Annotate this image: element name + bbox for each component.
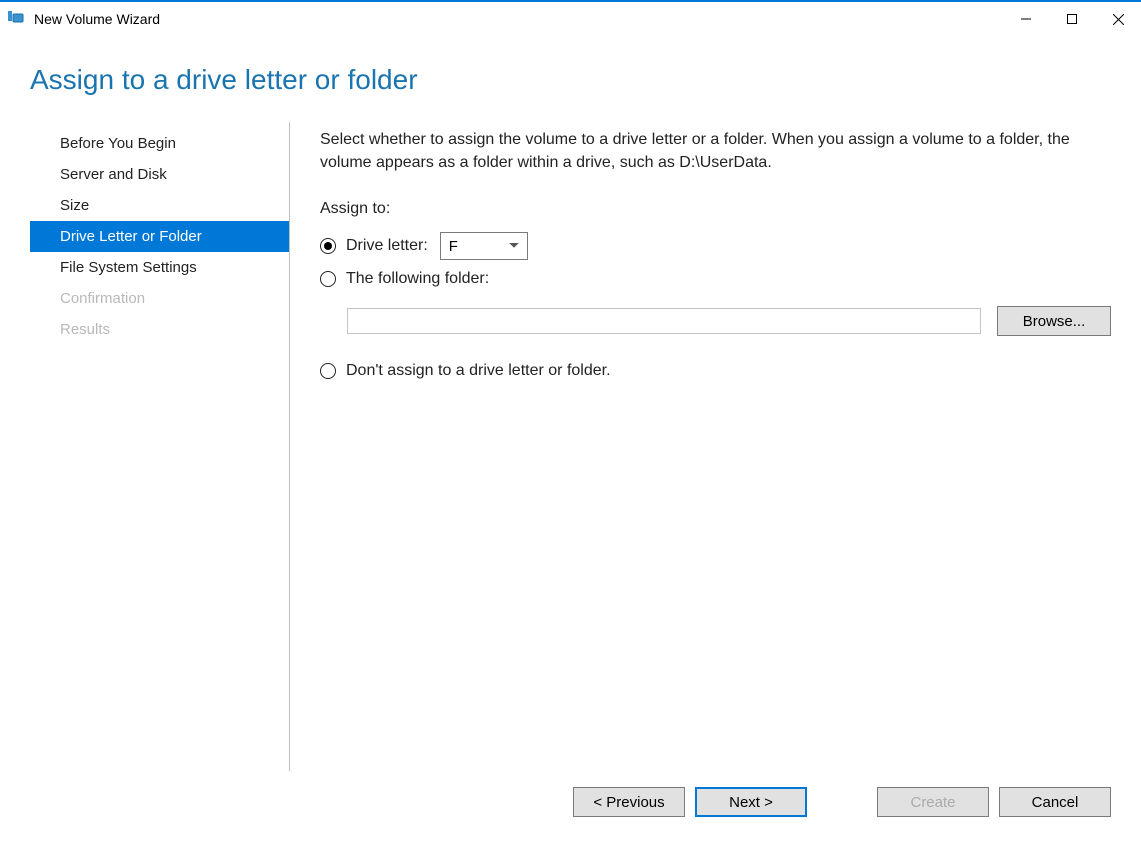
assign-to-label: Assign to: xyxy=(320,200,1111,218)
cancel-button[interactable]: Cancel xyxy=(999,787,1111,817)
step-drive-letter-or-folder[interactable]: Drive Letter or Folder xyxy=(30,221,289,252)
radio-none[interactable] xyxy=(320,363,336,379)
option-none-row: Don't assign to a drive letter or folder… xyxy=(320,362,1111,380)
browse-button[interactable]: Browse... xyxy=(997,306,1111,336)
wizard-footer: < Previous Next > Create Cancel xyxy=(0,771,1141,845)
instructions-text: Select whether to assign the volume to a… xyxy=(320,128,1080,174)
label-none: Don't assign to a drive letter or folder… xyxy=(346,362,611,380)
step-confirmation: Confirmation xyxy=(30,283,289,314)
wizard-steps-sidebar: Before You Begin Server and Disk Size Dr… xyxy=(30,122,290,771)
radio-folder[interactable] xyxy=(320,271,336,287)
step-results: Results xyxy=(30,314,289,345)
maximize-button[interactable] xyxy=(1049,3,1095,35)
drive-letter-select[interactable]: F xyxy=(440,232,528,260)
minimize-button[interactable] xyxy=(1003,3,1049,35)
label-folder: The following folder: xyxy=(346,270,489,288)
window-title: New Volume Wizard xyxy=(34,11,160,27)
wizard-main: Select whether to assign the volume to a… xyxy=(290,122,1111,771)
close-button[interactable] xyxy=(1095,3,1141,35)
step-before-you-begin[interactable]: Before You Begin xyxy=(30,128,289,159)
previous-button[interactable]: < Previous xyxy=(573,787,685,817)
option-drive-letter-row: Drive letter: F xyxy=(320,232,1111,260)
folder-path-input[interactable] xyxy=(347,308,981,334)
create-button: Create xyxy=(877,787,989,817)
wizard-body: Before You Begin Server and Disk Size Dr… xyxy=(0,122,1141,771)
step-server-and-disk[interactable]: Server and Disk xyxy=(30,159,289,190)
step-size[interactable]: Size xyxy=(30,190,289,221)
next-button[interactable]: Next > xyxy=(695,787,807,817)
step-file-system-settings[interactable]: File System Settings xyxy=(30,252,289,283)
page-heading: Assign to a drive letter or folder xyxy=(0,36,1141,122)
radio-drive-letter[interactable] xyxy=(320,238,336,254)
titlebar: New Volume Wizard xyxy=(0,2,1141,36)
wizard-window: New Volume Wizard Assign to a drive lett… xyxy=(0,0,1141,845)
label-drive-letter: Drive letter: xyxy=(346,237,428,255)
option-folder-row: The following folder: xyxy=(320,270,1111,288)
app-icon xyxy=(6,9,26,29)
folder-path-row: Browse... xyxy=(320,306,1111,336)
